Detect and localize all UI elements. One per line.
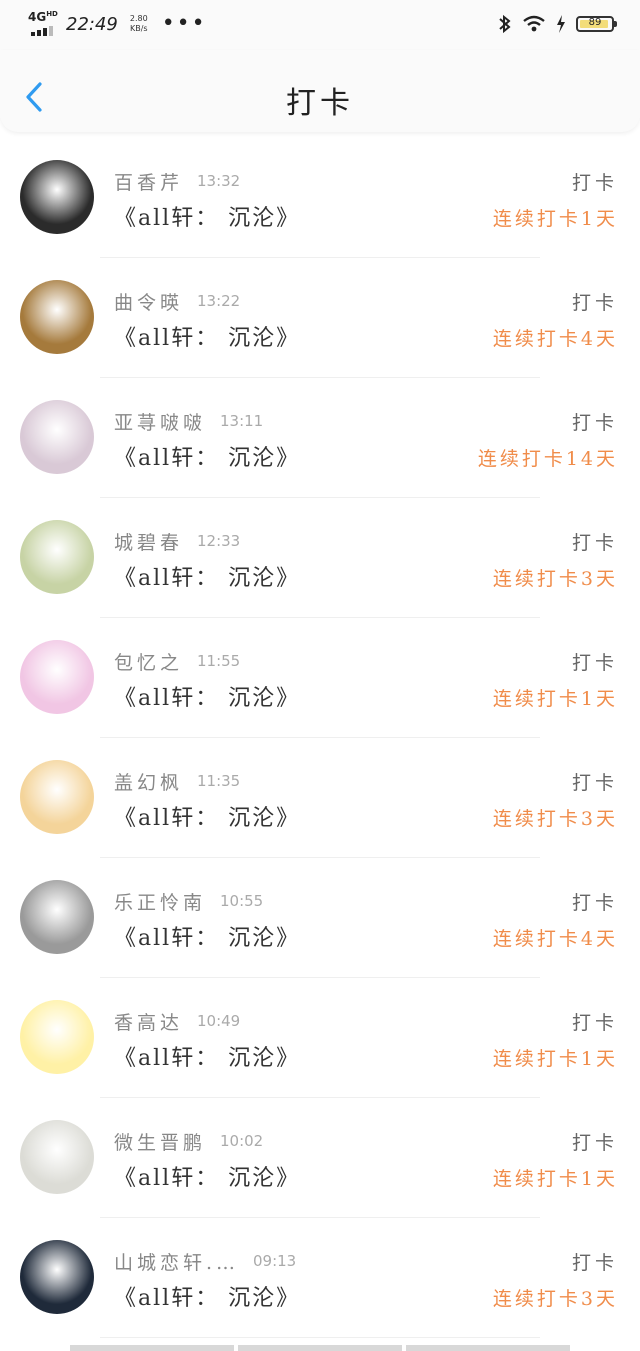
book-title: 《all轩： 沉沦》: [114, 1286, 301, 1311]
network-speed: 2.80 KB/s: [129, 14, 148, 33]
charging-icon: [557, 15, 565, 33]
streak-label: 连续打卡4天: [492, 928, 618, 950]
list-item[interactable]: 城碧春 12:33 《all轩： 沉沦》 打卡 连续打卡3天: [0, 498, 640, 618]
avatar[interactable]: [20, 760, 94, 834]
checkin-label: 打卡: [571, 172, 618, 194]
streak-label: 连续打卡3天: [492, 1288, 618, 1310]
book-title: 《all轩： 沉沦》: [114, 1166, 301, 1191]
user-name: 曲令暎: [114, 292, 184, 314]
wifi-icon: [523, 15, 545, 32]
page-title: 打卡: [286, 86, 354, 121]
nav-header: 打卡: [0, 50, 640, 132]
user-name: 乐正怜南: [114, 892, 207, 914]
checkin-label: 打卡: [571, 412, 618, 434]
checkin-list: 百香芹 13:32 《all轩： 沉沦》 打卡 连续打卡1天 曲令暎 13:22…: [0, 138, 640, 1338]
checkin-time: 12:33: [197, 532, 241, 550]
user-name: 城碧春: [114, 532, 184, 554]
checkin-time: 10:02: [220, 1132, 264, 1150]
checkin-time: 13:32: [197, 172, 241, 190]
streak-label: 连续打卡3天: [492, 568, 618, 590]
avatar[interactable]: [20, 1120, 94, 1194]
streak-label: 连续打卡1天: [492, 208, 618, 230]
user-name: 香高达: [114, 1012, 184, 1034]
checkin-time: 10:55: [220, 892, 264, 910]
clock: 22:49: [66, 13, 118, 35]
list-item[interactable]: 香高达 10:49 《all轩： 沉沦》 打卡 连续打卡1天: [0, 978, 640, 1098]
checkin-label: 打卡: [571, 1012, 618, 1034]
list-item[interactable]: 包忆之 11:55 《all轩： 沉沦》 打卡 连续打卡1天: [0, 618, 640, 738]
battery-icon: 89: [576, 16, 617, 32]
divider: [100, 1337, 540, 1338]
user-name: 百香芹: [114, 172, 184, 194]
streak-label: 连续打卡4天: [492, 328, 618, 350]
avatar[interactable]: [20, 640, 94, 714]
checkin-label: 打卡: [571, 772, 618, 794]
book-title: 《all轩： 沉沦》: [114, 1046, 301, 1071]
more-notifications-icon: •••: [161, 11, 207, 36]
list-item[interactable]: 亚荨啵啵 13:11 《all轩： 沉沦》 打卡 连续打卡14天: [0, 378, 640, 498]
checkin-time: 11:55: [197, 652, 241, 670]
checkin-label: 打卡: [571, 292, 618, 314]
user-name: 山城恋轩.…: [114, 1252, 240, 1274]
avatar[interactable]: [20, 1000, 94, 1074]
user-name: 包忆之: [114, 652, 184, 674]
avatar[interactable]: [20, 160, 94, 234]
checkin-label: 打卡: [571, 532, 618, 554]
book-title: 《all轩： 沉沦》: [114, 326, 301, 351]
checkin-label: 打卡: [571, 892, 618, 914]
checkin-time: 09:13: [253, 1252, 297, 1270]
status-bar: 4GHD 22:49 2.80 KB/s ••• 89: [0, 0, 640, 50]
avatar[interactable]: [20, 1240, 94, 1314]
list-item[interactable]: 曲令暎 13:22 《all轩： 沉沦》 打卡 连续打卡4天: [0, 258, 640, 378]
checkin-label: 打卡: [571, 652, 618, 674]
avatar[interactable]: [20, 280, 94, 354]
checkin-time: 13:22: [197, 292, 241, 310]
bottom-indicator: [70, 1345, 570, 1351]
user-name: 微生晋鹏: [114, 1132, 207, 1154]
signal-icon: 4GHD: [28, 10, 58, 38]
streak-label: 连续打卡14天: [477, 448, 618, 470]
list-item[interactable]: 乐正怜南 10:55 《all轩： 沉沦》 打卡 连续打卡4天: [0, 858, 640, 978]
avatar[interactable]: [20, 880, 94, 954]
streak-label: 连续打卡3天: [492, 808, 618, 830]
book-title: 《all轩： 沉沦》: [114, 446, 301, 471]
checkin-time: 10:49: [197, 1012, 241, 1030]
checkin-label: 打卡: [571, 1132, 618, 1154]
book-title: 《all轩： 沉沦》: [114, 566, 301, 591]
book-title: 《all轩： 沉沦》: [114, 926, 301, 951]
list-item[interactable]: 山城恋轩.… 09:13 《all轩： 沉沦》 打卡 连续打卡3天: [0, 1218, 640, 1338]
list-item[interactable]: 百香芹 13:32 《all轩： 沉沦》 打卡 连续打卡1天: [0, 138, 640, 258]
bluetooth-icon: [499, 14, 511, 34]
avatar[interactable]: [20, 400, 94, 474]
list-item[interactable]: 微生晋鹏 10:02 《all轩： 沉沦》 打卡 连续打卡1天: [0, 1098, 640, 1218]
checkin-time: 13:11: [220, 412, 264, 430]
checkin-time: 11:35: [197, 772, 241, 790]
user-name: 亚荨啵啵: [114, 412, 207, 434]
streak-label: 连续打卡1天: [492, 1168, 618, 1190]
book-title: 《all轩： 沉沦》: [114, 686, 301, 711]
book-title: 《all轩： 沉沦》: [114, 206, 301, 231]
checkin-label: 打卡: [571, 1252, 618, 1274]
avatar[interactable]: [20, 520, 94, 594]
streak-label: 连续打卡1天: [492, 688, 618, 710]
book-title: 《all轩： 沉沦》: [114, 806, 301, 831]
user-name: 盖幻枫: [114, 772, 184, 794]
list-item[interactable]: 盖幻枫 11:35 《all轩： 沉沦》 打卡 连续打卡3天: [0, 738, 640, 858]
streak-label: 连续打卡1天: [492, 1048, 618, 1070]
